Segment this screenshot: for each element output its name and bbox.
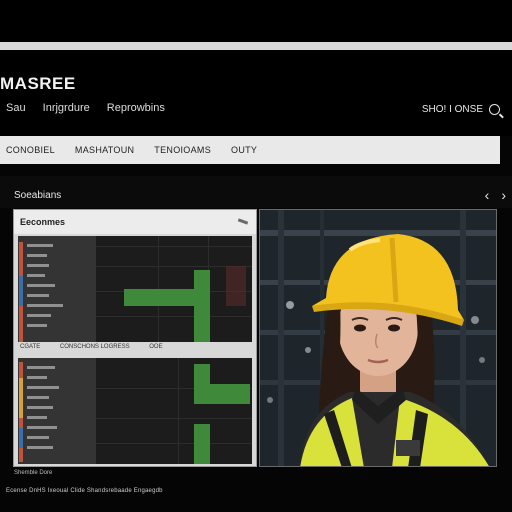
row-label	[27, 366, 55, 369]
row-label	[27, 436, 49, 439]
top-link[interactable]: Reprowbins	[107, 102, 165, 114]
row-label	[27, 426, 57, 429]
caption-item: OOE	[149, 344, 163, 350]
row-label	[27, 284, 55, 287]
nav-item[interactable]: MASHATOUN	[65, 145, 144, 155]
grid-bar	[194, 364, 210, 384]
top-link[interactable]: Inrjgrdure	[43, 102, 90, 114]
data-grid-bottom	[18, 358, 252, 464]
top-rule	[0, 42, 512, 50]
mid-caption: CGATE CONSCHONS LOGRESS OOE	[20, 344, 250, 356]
caption-item: CGATE	[20, 344, 41, 350]
row-label	[27, 244, 53, 247]
row-stripe	[19, 428, 23, 448]
brand-title[interactable]: MASREE	[0, 74, 76, 94]
grid-bar	[194, 270, 210, 342]
row-label	[27, 324, 47, 327]
grid-row-labels	[18, 358, 96, 464]
nav-item[interactable]: TENOIOAMS	[144, 145, 221, 155]
nav-item[interactable]: CONOBIEL	[0, 145, 65, 155]
caption-item: CONSCHONS LOGRESS	[59, 344, 130, 350]
worker-photo	[259, 209, 497, 467]
grid-bar	[194, 424, 210, 464]
grid-row-labels	[18, 236, 96, 342]
row-stripe	[19, 276, 23, 306]
grid-line	[96, 443, 252, 444]
row-label	[27, 406, 53, 409]
edit-icon[interactable]	[237, 218, 249, 225]
header-search-label: SHO! I ONSE	[421, 104, 483, 115]
row-stripe	[19, 378, 23, 418]
grid-cell-highlight	[226, 266, 246, 306]
data-grid-top	[18, 236, 252, 342]
row-label	[27, 304, 63, 307]
row-label	[27, 376, 47, 379]
grid-bar	[194, 384, 250, 404]
row-label	[27, 274, 45, 277]
row-label	[27, 254, 47, 257]
site-header: MASREE Sau Inrjgrdure Reprowbins SHO! I …	[0, 50, 512, 136]
grid-line	[96, 418, 252, 419]
top-links: Sau Inrjgrdure Reprowbins	[6, 102, 179, 114]
main-nav: CONOBIEL MASHATOUN TENOIOAMS OUTY	[0, 136, 500, 164]
chevron-left-icon[interactable]: ‹	[485, 187, 490, 203]
dashboard-panel: Eeconmes CGATE CONSCHONS LOGRESS OOE	[13, 209, 257, 467]
panel-caption: Shemble Dore	[14, 470, 53, 476]
panel-header: Eeconmes	[14, 210, 256, 234]
pager: ‹ ›	[485, 187, 506, 203]
row-label	[27, 396, 49, 399]
section-bar: Soeabians ‹ ›	[0, 176, 512, 208]
row-label	[27, 264, 49, 267]
row-label	[27, 446, 53, 449]
chevron-right-icon[interactable]: ›	[501, 187, 506, 203]
row-label	[27, 294, 49, 297]
grid-line	[178, 358, 179, 464]
row-label	[27, 386, 59, 389]
row-label	[27, 314, 51, 317]
panel-title: Eeconmes	[20, 217, 66, 227]
footer-text: Ecense DnHS Ixeoual Clide Shandsrebaade …	[6, 488, 163, 494]
search-icon[interactable]	[489, 104, 500, 115]
section-title: Soeabians	[14, 190, 62, 201]
grid-line	[96, 316, 252, 317]
grid-line	[96, 246, 252, 247]
worker-illustration	[260, 210, 496, 466]
top-strip	[0, 0, 512, 42]
header-search[interactable]: SHO! I ONSE	[422, 104, 500, 115]
nav-item[interactable]: OUTY	[221, 145, 267, 155]
row-label	[27, 416, 47, 419]
top-link[interactable]: Sau	[6, 102, 26, 114]
